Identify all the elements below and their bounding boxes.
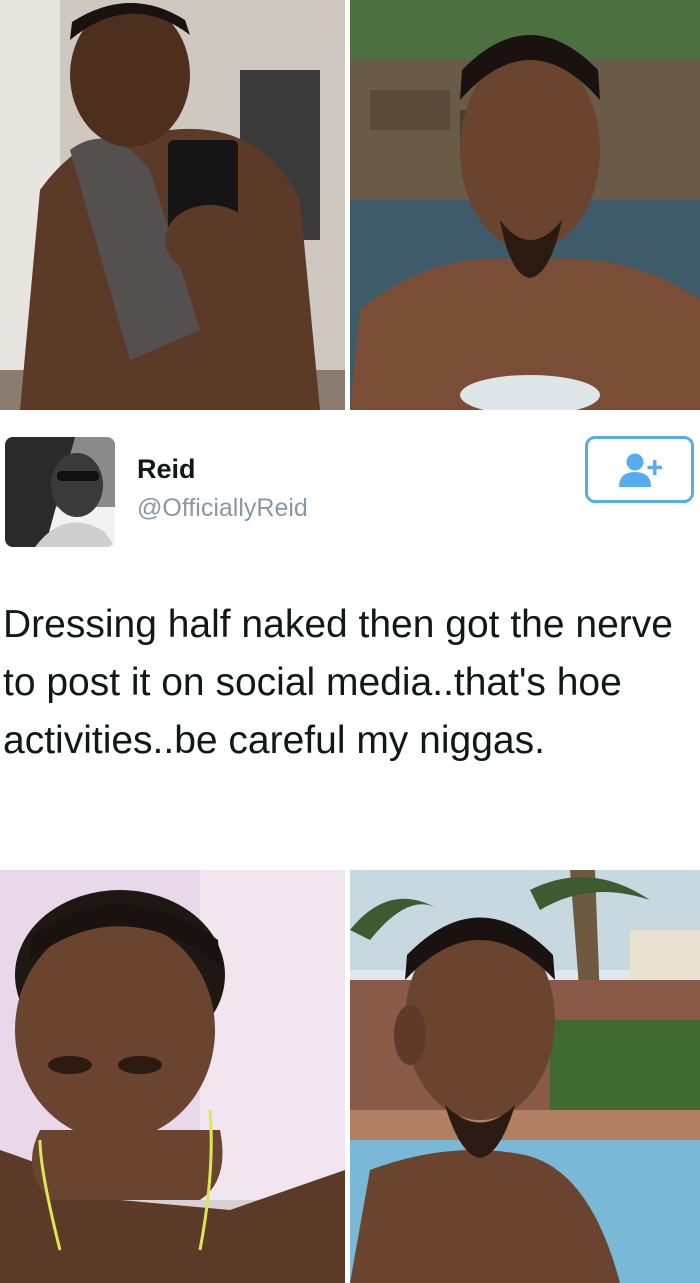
follow-button[interactable]: [585, 436, 694, 503]
avatar[interactable]: [5, 437, 115, 547]
display-name[interactable]: Reid: [137, 454, 196, 485]
username-handle[interactable]: @OfficiallyReid: [137, 494, 308, 523]
tweet-text: Dressing half naked then got the nerve t…: [3, 603, 673, 762]
outdoor-pool-photo: [350, 870, 700, 1283]
mirror-selfie-photo: [0, 0, 345, 410]
lying-down-selfie-photo: [0, 870, 345, 1283]
tweet-card: Reid @OfficiallyReid Dressing half naked…: [0, 410, 700, 870]
add-user-icon: [618, 453, 662, 487]
pool-selfie-photo: [350, 0, 700, 410]
